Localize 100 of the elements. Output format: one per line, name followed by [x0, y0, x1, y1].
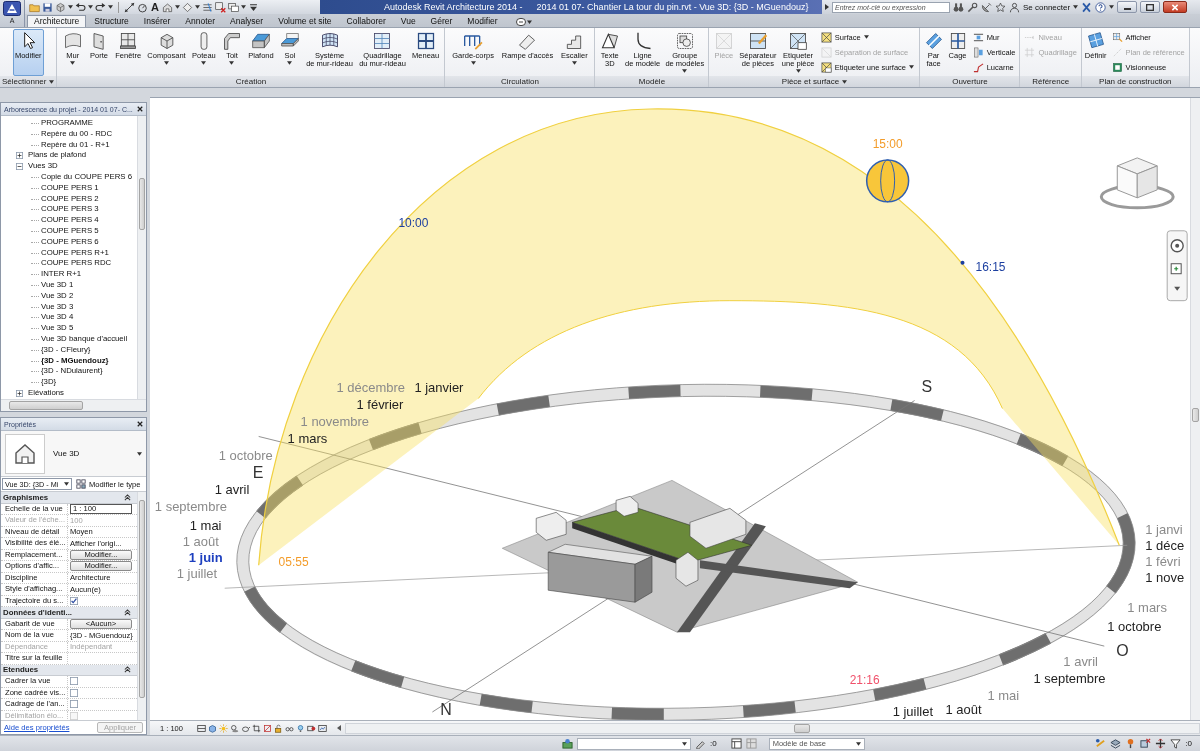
checkbox[interactable] [70, 677, 78, 686]
ribbon-tab[interactable]: Gérer [423, 15, 460, 27]
ribbon-tab[interactable]: Collaborer [339, 15, 393, 27]
caret-icon[interactable] [1174, 286, 1181, 291]
caret-icon[interactable] [68, 5, 73, 9]
ribbon-tab[interactable]: Structure [87, 15, 136, 27]
scrollbar-thumb[interactable] [139, 178, 145, 230]
text-tool-button[interactable]: A [150, 1, 160, 13]
ribbon-toggle-button[interactable] [515, 16, 532, 27]
chart-icon[interactable] [317, 723, 327, 733]
filter-count: :0 [1185, 739, 1192, 748]
teapot-icon[interactable] [240, 723, 250, 733]
vertical-scrollbar[interactable] [1190, 98, 1200, 720]
box-cross-icon[interactable] [1140, 738, 1152, 749]
ribbon-tab[interactable]: Architecture [27, 15, 87, 27]
month-label: 1 avril [214, 482, 250, 498]
redo-icon[interactable] [95, 1, 106, 13]
month-label: 1 mai [987, 688, 1020, 704]
steering-wheel-icon[interactable] [1170, 239, 1184, 253]
caret-icon[interactable] [49, 79, 55, 84]
expand-icon[interactable] [16, 389, 23, 397]
scrollbar-thumb[interactable] [793, 723, 810, 733]
collapse-icon[interactable] [124, 666, 131, 674]
caret-icon[interactable] [174, 5, 180, 9]
measure-icon[interactable] [124, 1, 135, 13]
wall-opening-icon [972, 31, 984, 43]
checkbox[interactable] [70, 688, 78, 697]
ribbon-tab[interactable]: Analyser [223, 15, 271, 27]
collapse-icon[interactable] [124, 493, 131, 501]
layers-icon[interactable] [1110, 738, 1122, 749]
satellite-dish-icon[interactable] [981, 1, 992, 13]
sun-marker[interactable] [865, 159, 910, 203]
crop-region-icon[interactable] [262, 723, 272, 733]
save-icon[interactable] [42, 1, 53, 13]
vertical-scrollbar[interactable] [137, 116, 146, 399]
checkbox[interactable] [70, 596, 78, 605]
caret-icon[interactable] [88, 5, 93, 9]
minimize-button[interactable] [1117, 1, 1138, 13]
unlock-icon[interactable] [273, 723, 283, 733]
cube-icon[interactable] [55, 1, 66, 13]
binoculars-icon[interactable] [953, 1, 964, 13]
layout-icon[interactable] [730, 738, 742, 749]
bulb-icon[interactable] [295, 723, 305, 733]
thin-lines-icon[interactable] [201, 1, 213, 13]
x-shape-icon[interactable] [1081, 1, 1093, 13]
maximize-button[interactable] [1140, 1, 1161, 13]
shadow-icon[interactable] [229, 723, 239, 733]
horizontal-scrollbar[interactable] [344, 722, 1200, 734]
close-icon[interactable] [137, 421, 143, 427]
sign-in-button[interactable]: Se connecter [1023, 2, 1071, 12]
help-icon[interactable] [1095, 1, 1107, 13]
ribbon-tab[interactable]: Vue [393, 15, 423, 27]
pencil-icon[interactable] [695, 738, 706, 749]
box-dot-icon[interactable] [562, 738, 573, 749]
vertical-scrollbar[interactable] [137, 492, 146, 720]
scrollbar-thumb[interactable] [139, 500, 145, 698]
detail-level-icon[interactable] [196, 723, 206, 733]
scrollbar-thumb[interactable] [9, 401, 83, 410]
caret-icon[interactable] [842, 79, 848, 84]
stepped-line-icon [972, 61, 984, 73]
filter-icon[interactable] [1170, 738, 1182, 749]
group-icon [674, 31, 695, 51]
ribbon-tab[interactable]: Volume et site [271, 15, 339, 27]
scroll-left-icon[interactable] [336, 725, 341, 731]
undo-icon[interactable] [75, 1, 86, 13]
grid-icon [1024, 46, 1036, 58]
month-label: 1 juin [188, 550, 223, 566]
close-windows-icon[interactable] [214, 1, 226, 13]
caret-icon[interactable] [240, 5, 246, 9]
collapse-icon[interactable] [124, 608, 131, 616]
ribbon-tab[interactable]: Annoter [178, 15, 223, 27]
collapse-icon[interactable] [16, 163, 23, 171]
key-icon[interactable] [967, 1, 978, 13]
user-icon[interactable] [1009, 1, 1020, 13]
caret-icon[interactable] [194, 5, 200, 9]
scrollbar-thumb[interactable] [1192, 408, 1199, 422]
crop-icon[interactable] [251, 723, 261, 733]
time-label: 10:00 [398, 215, 429, 230]
windows-icon[interactable] [227, 1, 239, 13]
gauge-icon[interactable] [137, 1, 148, 13]
customize-icon[interactable] [247, 1, 259, 13]
zoom-icon[interactable] [1170, 263, 1182, 275]
ribbon-tab[interactable]: Modifier [460, 15, 505, 27]
caret-icon[interactable] [1073, 5, 1079, 9]
view-cube[interactable] [1099, 157, 1175, 210]
caret-right-icon[interactable] [825, 4, 829, 10]
checkbox[interactable] [70, 700, 78, 709]
close-icon[interactable] [137, 106, 143, 112]
ribbon-tab[interactable]: Insérer [136, 15, 178, 27]
expand-icon[interactable] [16, 152, 23, 160]
caret-icon[interactable] [1109, 5, 1115, 9]
dot-line-icon[interactable] [1095, 738, 1107, 749]
hexagon-icon[interactable] [207, 723, 217, 733]
star-icon[interactable] [995, 1, 1006, 13]
close-button[interactable] [1163, 1, 1188, 13]
caret-icon[interactable] [108, 5, 113, 9]
move-icon[interactable] [1155, 738, 1167, 749]
type-selector[interactable]: Vue 3D [1, 431, 146, 477]
house-icon[interactable] [161, 1, 173, 13]
horizontal-scrollbar[interactable] [1, 399, 146, 411]
